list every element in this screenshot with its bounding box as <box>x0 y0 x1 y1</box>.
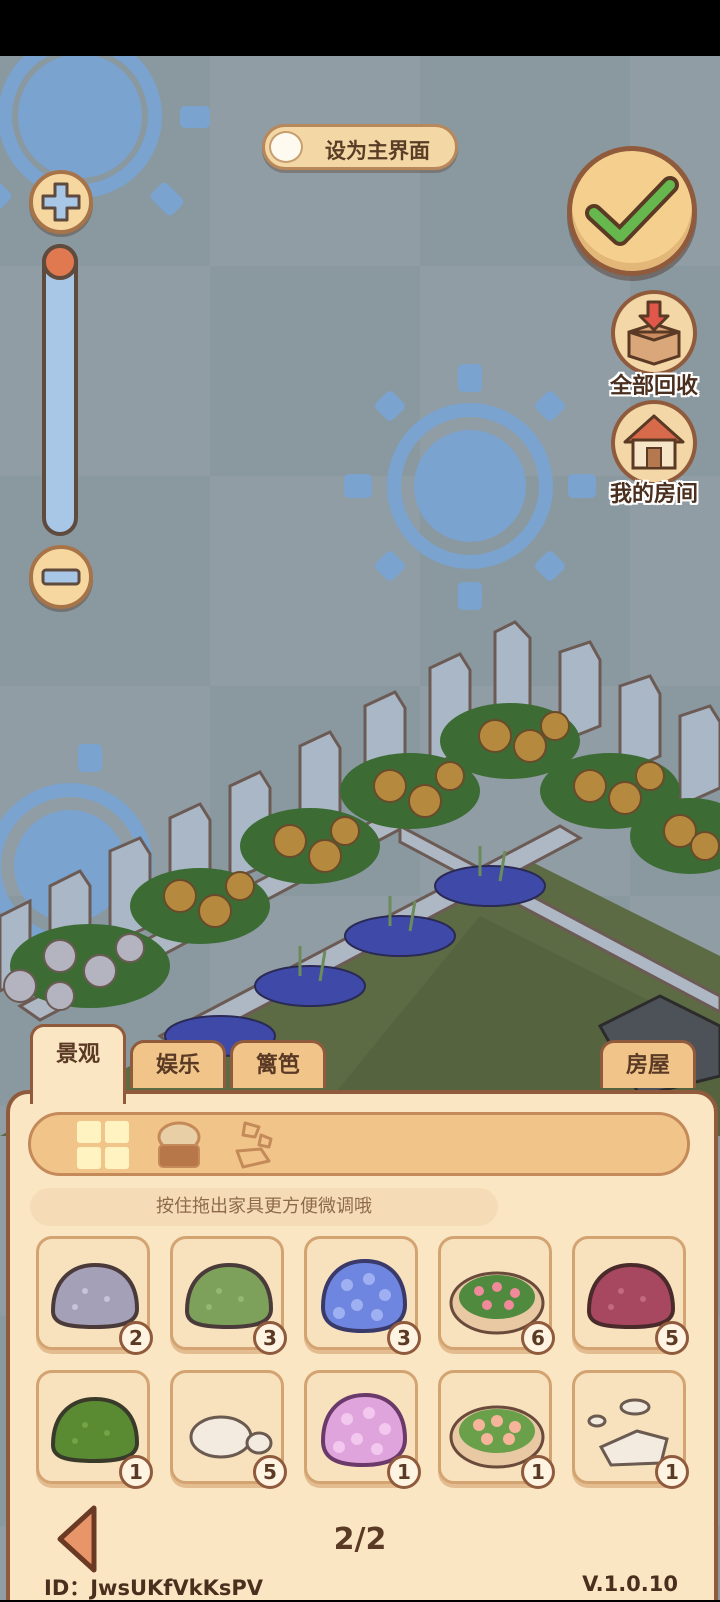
tab-landscape-overlay[interactable]: 景观 <box>30 1024 126 1104</box>
recycle-all-label: 全部回收 <box>609 374 698 399</box>
my-room-button[interactable] <box>611 400 697 486</box>
plant-pot-icon[interactable] <box>151 1117 207 1173</box>
zoom-slider-track[interactable] <box>42 244 78 536</box>
tab-landscape-label: 景观 <box>55 1042 100 1067</box>
item-slot-white-stones[interactable]: 5 <box>170 1370 287 1489</box>
item-slot-red-bush[interactable]: 5 <box>572 1236 689 1355</box>
zoom-slider-handle[interactable] <box>42 244 78 280</box>
toggle-knob <box>269 131 303 163</box>
item-slot-gray-bush[interactable]: 2 <box>36 1236 153 1355</box>
checkmark-icon <box>585 176 679 246</box>
status-bar <box>0 0 720 56</box>
box-download-icon <box>627 300 681 366</box>
tab-house-label: 房屋 <box>625 1053 670 1078</box>
item-count-badge: 3 <box>387 1321 421 1355</box>
item-count-badge: 3 <box>253 1321 287 1355</box>
confirm-button[interactable] <box>567 146 697 276</box>
sun-decoration-top <box>0 56 210 216</box>
stones-icon[interactable] <box>227 1117 283 1173</box>
drag-hint-text: 按住拖出家具更方便微调哦 <box>30 1188 498 1226</box>
item-count-badge: 5 <box>253 1455 287 1489</box>
tab-fence[interactable]: 篱笆 <box>230 1040 326 1088</box>
item-count-badge: 2 <box>119 1321 153 1355</box>
previous-page-arrow-icon[interactable] <box>54 1504 100 1574</box>
zoom-in-button[interactable] <box>29 170 93 234</box>
app-version: V.1.0.10 <box>582 1572 678 1596</box>
grid-icon[interactable] <box>75 1117 131 1173</box>
item-count-badge: 1 <box>119 1455 153 1489</box>
item-slot-green-bush[interactable]: 3 <box>170 1236 287 1355</box>
plus-icon <box>41 182 81 222</box>
category-bar <box>28 1112 690 1176</box>
tab-entertainment-label: 娱乐 <box>155 1053 200 1078</box>
tab-entertainment[interactable]: 娱乐 <box>130 1040 226 1088</box>
set-main-screen-label: 设为主界面 <box>325 139 430 163</box>
item-slot-pink-flower-bed[interactable]: 6 <box>438 1236 555 1355</box>
item-slot-peach-flower-bed[interactable]: 1 <box>438 1370 555 1489</box>
recycle-all-button[interactable] <box>611 290 697 376</box>
set-main-screen-toggle[interactable]: 设为主界面 <box>262 124 458 170</box>
my-room-label: 我的房间 <box>609 482 698 507</box>
minus-icon <box>41 568 81 586</box>
item-slot-dark-green-bush[interactable]: 1 <box>36 1370 153 1489</box>
item-count-badge: 1 <box>521 1455 555 1489</box>
item-slot-stepping-stones[interactable]: 1 <box>572 1370 689 1489</box>
player-id: ID：JwsUKfVkKsPV <box>44 1576 264 1600</box>
item-count-badge: 1 <box>655 1455 689 1489</box>
item-count-badge: 6 <box>521 1321 555 1355</box>
item-count-badge: 1 <box>387 1455 421 1489</box>
item-slot-blue-hydrangea[interactable]: 3 <box>304 1236 421 1355</box>
page-indicator: 2/2 <box>333 1522 387 1557</box>
zoom-out-button[interactable] <box>29 545 93 609</box>
tab-fence-label: 篱笆 <box>255 1053 300 1078</box>
item-slot-pink-hydrangea[interactable]: 1 <box>304 1370 421 1489</box>
item-count-badge: 5 <box>655 1321 689 1355</box>
house-icon <box>623 414 685 470</box>
tab-house[interactable]: 房屋 <box>600 1040 696 1088</box>
